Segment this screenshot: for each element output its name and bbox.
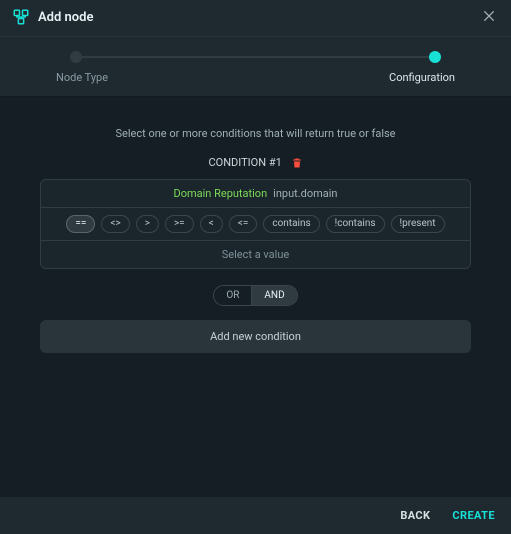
create-button[interactable]: CREATE [452,509,495,522]
add-new-condition-button[interactable]: Add new condition [40,320,471,353]
modal-footer: BACK CREATE [0,497,511,534]
trash-icon[interactable] [291,157,303,169]
operator-chip[interactable]: !present [391,215,445,233]
condition-value-placeholder: Select a value [222,248,289,261]
condition-field-path: input.domain [273,187,337,200]
joiner-row: ORAND [40,285,471,306]
condition-field-row[interactable]: Domain Reputation input.domain [41,180,470,208]
operator-chip[interactable]: == [66,215,95,233]
condition-card: Domain Reputation input.domain == <> > >= < <… [40,179,471,269]
condition-value-row[interactable]: Select a value [41,241,470,268]
help-text: Select one or more conditions that will … [40,127,471,140]
operator-chip[interactable]: contains [263,215,319,233]
step-dot-node-type[interactable] [70,51,82,63]
condition-operators-row: == <> > >= < <= contains !contains !present [41,208,470,241]
operator-chip[interactable]: < [200,215,223,233]
operator-chip[interactable]: > [136,215,159,233]
step-label-configuration[interactable]: Configuration [389,71,455,84]
condition-label: CONDITION #1 [208,156,281,169]
add-node-modal: Add node Node Type Configuration Select … [0,0,511,534]
operator-chip[interactable]: >= [165,215,194,233]
joiner-or-button[interactable]: OR [214,286,251,305]
stepper: Node Type Configuration [0,37,511,97]
workflow-node-icon [12,8,30,26]
modal-header: Add node [0,0,511,37]
step-dot-configuration[interactable] [429,51,441,63]
step-label-node-type[interactable]: Node Type [56,71,108,84]
condition-action-name: Domain Reputation [173,187,267,200]
back-button[interactable]: BACK [400,509,430,522]
modal-body: Select one or more conditions that will … [0,97,511,497]
close-icon[interactable] [481,8,499,26]
operator-chip[interactable]: !contains [326,215,385,233]
condition-header: CONDITION #1 [40,156,471,169]
joiner-and-button[interactable]: AND [251,286,296,305]
operator-chip[interactable]: <> [101,215,129,233]
operator-chip[interactable]: <= [229,215,258,233]
add-new-condition-label: Add new condition [210,330,301,343]
stepper-track [76,56,435,58]
modal-title: Add node [38,10,481,25]
